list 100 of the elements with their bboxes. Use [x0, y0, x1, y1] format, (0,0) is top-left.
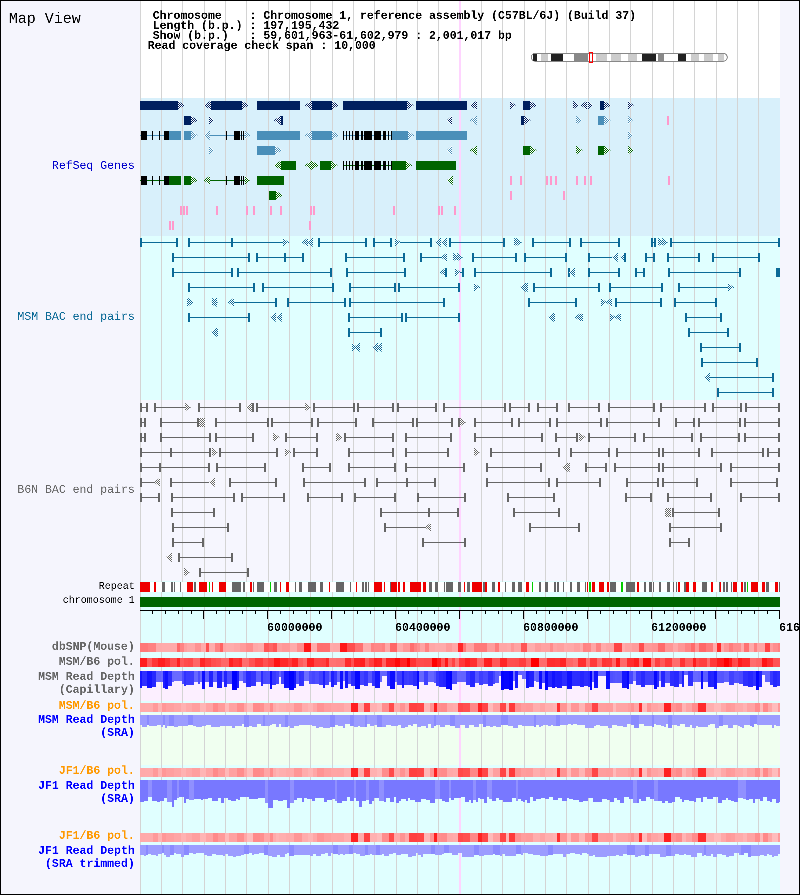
gene-feature	[576, 146, 583, 155]
bac-end-pair	[171, 508, 215, 517]
bac-end-pair	[614, 463, 660, 472]
bac-end-pair	[601, 298, 612, 307]
gene-feature	[416, 161, 456, 170]
bac-end-pair	[302, 463, 331, 472]
bac-end-pair	[588, 433, 636, 442]
bac-end-pair	[740, 493, 780, 502]
bac-end-pair	[667, 253, 700, 262]
gene-feature	[416, 101, 467, 110]
gene-feature	[523, 146, 537, 155]
bac-end-pair	[662, 463, 722, 472]
info-label: Show (b.p.)	[153, 32, 229, 42]
bac-end-pair	[241, 493, 285, 502]
info-label: Read coverage check span	[148, 42, 314, 52]
bac-end-pair	[537, 403, 558, 412]
bac-end-pair	[352, 343, 360, 352]
bac-end-pair	[767, 448, 780, 457]
bac-end-pair	[154, 403, 191, 412]
gene-feature	[600, 101, 611, 110]
bac-end-pair	[395, 238, 432, 247]
bac-end-pair	[514, 238, 522, 247]
bac-end-pair	[435, 238, 447, 247]
bac-end-pair	[416, 418, 453, 427]
bac-end-pair	[486, 463, 542, 472]
bac-end-pair	[490, 448, 560, 457]
axis-tick-label: 61200000	[651, 622, 707, 635]
bac-end-pair	[348, 463, 396, 472]
bac-end-pair	[373, 238, 392, 247]
bac-end-pair	[608, 403, 655, 412]
bac-end-pair	[669, 523, 722, 532]
bac-end-pair	[610, 313, 621, 322]
bac-end-pair	[140, 433, 146, 442]
bac-end-pair	[397, 403, 437, 412]
bac-end-pair	[509, 403, 530, 412]
track-label: JF1/B6 pol.	[59, 830, 135, 842]
track-label: MSM Read Depth	[38, 672, 135, 684]
bac-end-pair	[712, 253, 760, 262]
bac-end-pair	[140, 493, 160, 502]
bac-end-pair	[486, 478, 550, 487]
gene-feature	[416, 131, 467, 140]
bac-end-pair	[568, 268, 575, 277]
bac-end-pair	[688, 328, 729, 337]
bac-end-pair	[215, 418, 269, 427]
bac-end-pair	[293, 448, 318, 457]
bac-end-pair	[287, 298, 346, 307]
gene-feature	[447, 116, 452, 125]
bac-end-pair	[302, 238, 313, 247]
bac-end-pair	[533, 283, 600, 292]
bac-end-pair	[262, 283, 334, 292]
bac-end-pair	[405, 463, 465, 472]
bac-end-pair	[711, 448, 764, 457]
bac-end-pair	[662, 448, 700, 457]
bac-end-pair	[184, 568, 190, 577]
bac-end-pair	[678, 283, 734, 292]
gene-feature	[343, 131, 414, 140]
bac-end-pair	[635, 268, 645, 277]
gene-feature	[209, 146, 214, 155]
bac-end-pair	[675, 418, 695, 427]
bac-end-pair	[270, 313, 282, 322]
bac-end-pair	[556, 418, 602, 427]
bac-end-pair	[140, 238, 178, 247]
info-value: 59,601,963-61,602,979 : 2,001,017 bp	[264, 32, 514, 42]
bac-end-pair	[588, 268, 620, 277]
bac-end-pair	[528, 298, 577, 307]
bac-end-pair	[273, 433, 280, 442]
bac-end-pair	[443, 403, 506, 412]
bac-end-pair	[730, 463, 780, 472]
bac-end-pair	[658, 238, 668, 247]
bac-end-pair	[651, 238, 656, 247]
track-label: B6N BAC end pairs	[18, 484, 135, 496]
gene-feature	[269, 191, 283, 200]
bac-end-pair	[405, 448, 449, 457]
track-label: MSM/B6 pol.	[59, 701, 135, 713]
bac-end-pair	[140, 418, 146, 427]
bac-end-pair	[246, 403, 254, 412]
info-label: Length (b.p.)	[153, 22, 243, 32]
bac-end-pair	[346, 268, 406, 277]
axis-tick-label: 60000000	[267, 622, 323, 635]
bac-end-pair	[172, 268, 233, 277]
bac-end-pair	[585, 463, 607, 472]
bac-end-pair	[580, 238, 620, 247]
bac-end-pair	[307, 493, 343, 502]
track-label: JF1 Read Depth	[38, 781, 135, 793]
bac-end-pair	[609, 283, 663, 292]
bac-end-pair	[532, 238, 571, 247]
bac-end-pair	[372, 418, 414, 427]
bac-end-pair	[349, 283, 396, 292]
gene-feature	[305, 161, 319, 170]
bac-end-pair	[507, 493, 555, 502]
gene-feature	[470, 146, 477, 155]
gene-feature	[204, 176, 250, 185]
bac-end-pair	[474, 283, 480, 292]
bac-end-pair	[669, 538, 690, 547]
gene-feature	[274, 116, 283, 125]
bac-end-pair	[717, 388, 774, 397]
bac-end-pair	[529, 523, 580, 532]
bac-end-pair	[698, 418, 741, 427]
bac-end-pair	[172, 538, 204, 547]
bac-end-pair	[178, 553, 233, 562]
